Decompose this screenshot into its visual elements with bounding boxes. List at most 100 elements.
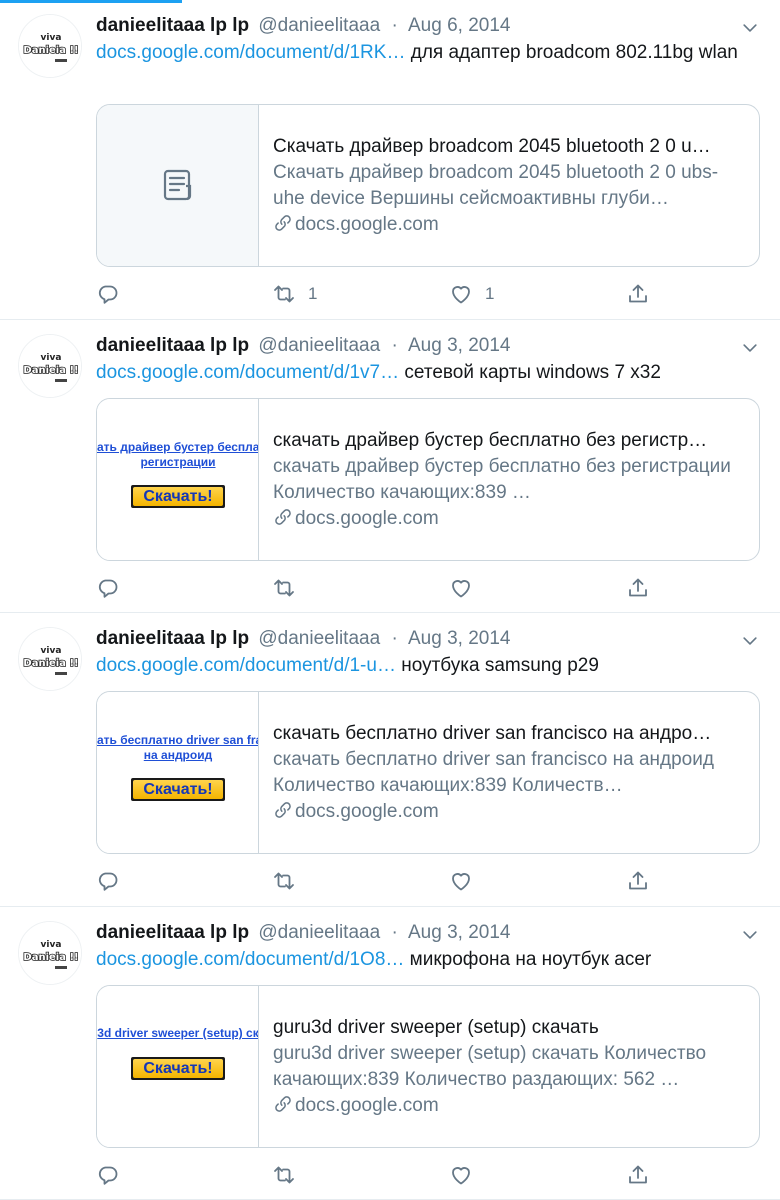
retweet-button[interactable]: 1 bbox=[272, 282, 317, 306]
card-domain: docs.google.com bbox=[273, 1093, 747, 1119]
tweet-date[interactable]: Aug 3, 2014 bbox=[408, 922, 510, 943]
share-button[interactable] bbox=[626, 282, 650, 306]
link-icon bbox=[275, 215, 291, 231]
author-handle[interactable]: @danieelitaaa bbox=[258, 628, 380, 649]
tweet-actions bbox=[96, 1163, 666, 1187]
svg-text:viva: viva bbox=[41, 33, 62, 43]
link-card[interactable]: ать драйвер бустер бесплатнорегистрации С… bbox=[96, 398, 760, 561]
svg-text:viva: viva bbox=[41, 646, 62, 656]
retweet-button[interactable] bbox=[272, 576, 308, 600]
card-domain: docs.google.com bbox=[273, 506, 747, 532]
tweet-date[interactable]: Aug 3, 2014 bbox=[408, 335, 510, 356]
svg-text:Danieia !!: Danieia !! bbox=[23, 365, 78, 376]
card-title: скачать бесплатно driver san francisco н… bbox=[273, 723, 712, 744]
reply-button[interactable] bbox=[96, 1163, 132, 1187]
tweet-header: danieelitaaa lp lp @danieelitaaa · Aug 6… bbox=[96, 13, 510, 39]
like-button[interactable] bbox=[449, 1163, 485, 1187]
document-icon bbox=[163, 169, 192, 201]
link-card[interactable]: ать бесплатно driver san fran на андроид С… bbox=[96, 691, 760, 854]
author-name[interactable]: danieelitaaa lp lp bbox=[96, 335, 249, 356]
share-button[interactable] bbox=[626, 869, 650, 893]
link-card[interactable]: 3d driver sweeper (setup) ск Скачать! gur… bbox=[96, 985, 760, 1148]
card-domain: docs.google.com bbox=[273, 799, 747, 825]
share-button[interactable] bbox=[626, 1163, 650, 1187]
tweet-link[interactable]: docs.google.com/document/d/1RK… bbox=[96, 42, 405, 63]
tweet-header: danieelitaaa lp lp @danieelitaaa · Aug 3… bbox=[96, 920, 510, 946]
author-name[interactable]: danieelitaaa lp lp bbox=[96, 628, 249, 649]
retweet-icon bbox=[274, 579, 294, 597]
thumbnail-image: ать бесплатно driver san fran на андроид С… bbox=[97, 692, 259, 853]
tweet-link[interactable]: docs.google.com/document/d/1v7… bbox=[96, 362, 399, 383]
card-domain: docs.google.com bbox=[273, 212, 747, 238]
tweet-link[interactable]: docs.google.com/document/d/1-u… bbox=[96, 655, 396, 676]
retweet-icon bbox=[274, 1166, 294, 1184]
link-icon bbox=[275, 1096, 291, 1112]
author-handle[interactable]: @danieelitaaa bbox=[258, 335, 380, 356]
chevron-down-icon[interactable] bbox=[740, 338, 760, 358]
svg-text:viva: viva bbox=[41, 353, 62, 363]
tweet[interactable]: viva Danieia !! danieelitaaa lp lp @dani… bbox=[0, 0, 780, 320]
author-name[interactable]: danieelitaaa lp lp bbox=[96, 922, 249, 943]
share-icon bbox=[629, 578, 647, 597]
card-title: Скачать драйвер broadcom 2045 bluetooth … bbox=[273, 136, 711, 157]
avatar[interactable]: viva Danieia !! bbox=[18, 14, 82, 78]
tweet-date[interactable]: Aug 3, 2014 bbox=[408, 628, 510, 649]
avatar-image: viva Danieia !! bbox=[19, 15, 81, 77]
tweet-text: docs.google.com/document/d/1-u… ноутбука… bbox=[96, 653, 761, 679]
tweet-body: для адаптер broadcom 802.11bg wlan bbox=[405, 42, 738, 63]
card-title: скачать драйвер бустер бесплатно без рег… bbox=[273, 430, 708, 451]
thumbnail-line-1: ать бесплатно driver san fran bbox=[97, 733, 259, 747]
svg-text:Danieia !!: Danieia !! bbox=[23, 952, 78, 963]
share-icon bbox=[629, 1165, 647, 1184]
like-button[interactable]: 1 bbox=[449, 282, 494, 306]
download-button-image: Скачать! bbox=[131, 778, 225, 801]
card-description: Скачать драйвер broadcom 2045 bluetooth … bbox=[273, 162, 719, 209]
like-button[interactable] bbox=[449, 576, 485, 600]
card-body: Скачать драйвер broadcom 2045 bluetooth … bbox=[273, 134, 747, 238]
like-button[interactable] bbox=[449, 869, 485, 893]
tweet-date[interactable]: Aug 6, 2014 bbox=[408, 15, 510, 36]
retweet-button[interactable] bbox=[272, 869, 308, 893]
avatar[interactable]: viva Danieia !! bbox=[18, 334, 82, 398]
reply-icon bbox=[98, 1166, 118, 1185]
tweet[interactable]: viva Danieia !! danieelitaaa lp lp @dani… bbox=[0, 613, 780, 907]
reply-button[interactable] bbox=[96, 869, 132, 893]
heart-icon bbox=[452, 1167, 470, 1185]
tweet-link[interactable]: docs.google.com/document/d/1O8… bbox=[96, 949, 404, 970]
tweet[interactable]: viva Danieia !! danieelitaaa lp lp @dani… bbox=[0, 907, 780, 1200]
reply-button[interactable] bbox=[96, 282, 132, 306]
thumbnail-image: 3d driver sweeper (setup) ск Скачать! bbox=[97, 986, 258, 1147]
tweet-header: danieelitaaa lp lp @danieelitaaa · Aug 3… bbox=[96, 333, 510, 359]
tweet[interactable]: viva Danieia !! danieelitaaa lp lp @dani… bbox=[0, 320, 780, 613]
chevron-down-icon[interactable] bbox=[740, 18, 760, 38]
retweet-button[interactable] bbox=[272, 1163, 308, 1187]
author-name[interactable]: danieelitaaa lp lp bbox=[96, 15, 249, 36]
chevron-down-icon[interactable] bbox=[740, 925, 760, 945]
card-thumbnail: ать драйвер бустер бесплатнорегистрации С… bbox=[97, 399, 259, 560]
svg-text:Danieia !!: Danieia !! bbox=[23, 45, 78, 56]
thumbnail-line-2: регистрации bbox=[140, 455, 216, 469]
separator-dot: · bbox=[391, 922, 398, 943]
chevron-down-icon[interactable] bbox=[740, 631, 760, 651]
tweet-text: docs.google.com/document/d/1O8… микрофон… bbox=[96, 947, 761, 973]
card-body: guru3d driver sweeper (setup) скачать gu… bbox=[273, 1015, 747, 1119]
thumbnail-image: ать драйвер бустер бесплатнорегистрации С… bbox=[97, 399, 258, 560]
link-icon bbox=[275, 509, 291, 525]
avatar[interactable]: viva Danieia !! bbox=[18, 627, 82, 691]
download-button-image: Скачать! bbox=[131, 1057, 225, 1080]
reply-icon bbox=[98, 285, 118, 304]
avatar-image: viva Danieia !! bbox=[19, 335, 81, 397]
share-button[interactable] bbox=[626, 576, 650, 600]
card-thumbnail: ать бесплатно driver san fran на андроид С… bbox=[97, 692, 259, 853]
avatar-image: viva Danieia !! bbox=[19, 922, 81, 984]
avatar[interactable]: viva Danieia !! bbox=[18, 921, 82, 985]
link-card[interactable]: Скачать драйвер broadcom 2045 bluetooth … bbox=[96, 104, 760, 267]
separator-dot: · bbox=[391, 335, 398, 356]
author-handle[interactable]: @danieelitaaa bbox=[258, 15, 380, 36]
reply-button[interactable] bbox=[96, 576, 132, 600]
tweet-body: микрофона на ноутбук acer bbox=[404, 949, 652, 970]
separator-dot: · bbox=[391, 15, 398, 36]
author-handle[interactable]: @danieelitaaa bbox=[258, 922, 380, 943]
heart-icon bbox=[452, 580, 470, 598]
avatar-image: viva Danieia !! bbox=[19, 628, 81, 690]
